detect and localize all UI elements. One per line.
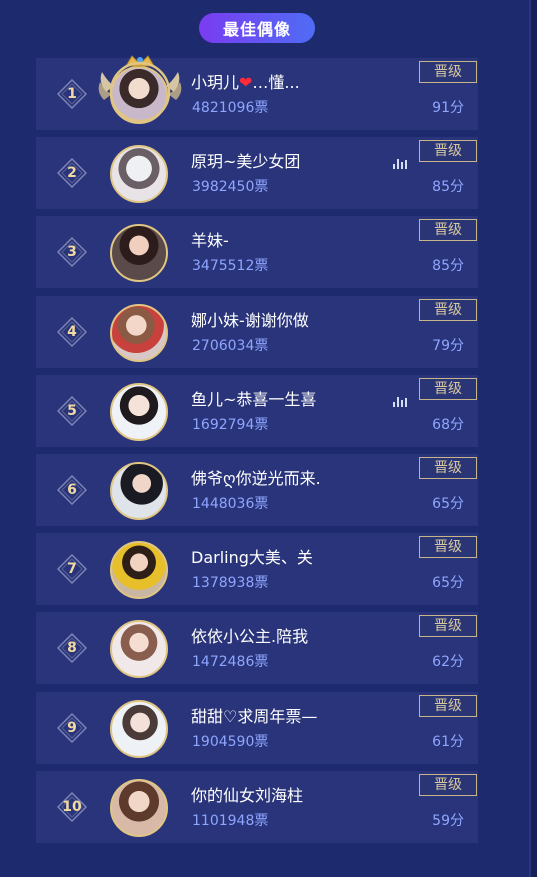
score: 68分 (432, 417, 464, 433)
avatar[interactable] (110, 541, 168, 599)
avatar[interactable] (110, 383, 168, 441)
promote-button[interactable]: 晋级 (419, 299, 477, 321)
avatar[interactable] (110, 145, 168, 203)
score: 85分 (432, 258, 464, 274)
avatar[interactable] (110, 620, 168, 678)
vote-count: 1904590票 (192, 734, 269, 750)
vote-count: 4821096票 (192, 100, 269, 116)
rank-badge: 8 (57, 633, 87, 663)
ranking-row[interactable]: 5 鱼儿~恭喜一生喜 1692794票 68分 晋级 (36, 375, 478, 447)
promote-button[interactable]: 晋级 (419, 615, 477, 637)
rank-badge: 1 (57, 79, 87, 109)
rank-number: 3 (67, 244, 77, 260)
idol-name[interactable]: 依依小公主.陪我 (191, 626, 401, 648)
score: 59分 (432, 813, 464, 829)
idol-name[interactable]: 小玥儿❤…懂... (191, 72, 401, 94)
panel-edge (531, 0, 537, 877)
rank-badge: 7 (57, 554, 87, 584)
page-title: 最佳偶像 (199, 13, 315, 43)
promote-button[interactable]: 晋级 (419, 378, 477, 400)
rank-number: 5 (67, 403, 77, 419)
rank-badge: 6 (57, 475, 87, 505)
rank-number: 10 (62, 799, 82, 815)
ranking-row[interactable]: 6 佛爷ღ你逆光而来. 1448036票 65分 晋级 (36, 454, 478, 526)
vote-count: 3475512票 (192, 258, 269, 274)
rank-number: 9 (67, 720, 77, 736)
ranking-row[interactable]: 2 原玥~美少女团 3982450票 85分 晋级 (36, 137, 478, 209)
ranking-row[interactable]: 7 Darling大美、关 1378938票 65分 晋级 (36, 533, 478, 605)
avatar[interactable] (110, 779, 168, 837)
idol-name[interactable]: 原玥~美少女团 (191, 151, 401, 173)
vote-count: 1692794票 (192, 417, 269, 433)
vote-count: 1101948票 (192, 813, 269, 829)
ranking-row[interactable]: 8 依依小公主.陪我 1472486票 62分 晋级 (36, 612, 478, 684)
promote-button[interactable]: 晋级 (419, 140, 477, 162)
score: 65分 (432, 575, 464, 591)
ranking-row[interactable]: 10 你的仙女刘海柱 1101948票 59分 晋级 (36, 771, 478, 843)
ranking-row[interactable]: 9 甜甜♡求周年票— 1904590票 61分 晋级 (36, 692, 478, 764)
rank-badge: 4 (57, 317, 87, 347)
promote-button[interactable]: 晋级 (419, 61, 477, 83)
rank-number: 1 (67, 86, 77, 102)
rank-number: 8 (67, 640, 77, 656)
vote-count: 1472486票 (192, 654, 269, 670)
audio-bars-icon (393, 157, 407, 169)
vote-count: 1448036票 (192, 496, 269, 512)
avatar[interactable] (110, 66, 168, 124)
rank-badge: 2 (57, 158, 87, 188)
idol-name[interactable]: 佛爷ღ你逆光而来. (191, 468, 401, 490)
idol-name[interactable]: Darling大美、关 (191, 547, 401, 569)
promote-button[interactable]: 晋级 (419, 536, 477, 558)
score: 62分 (432, 654, 464, 670)
rank-badge: 3 (57, 237, 87, 267)
ranking-row[interactable]: 3 羊妹- 3475512票 85分 晋级 (36, 216, 478, 288)
promote-button[interactable]: 晋级 (419, 219, 477, 241)
audio-bars-icon (393, 395, 407, 407)
vote-count: 3982450票 (192, 179, 269, 195)
score: 61分 (432, 734, 464, 750)
rank-badge: 10 (57, 792, 87, 822)
ranking-row[interactable]: 1 小玥儿❤…懂... 4821096票 91分 晋级 (36, 55, 478, 130)
rank-number: 4 (67, 324, 77, 340)
idol-name[interactable]: 你的仙女刘海柱 (191, 785, 401, 807)
vote-count: 1378938票 (192, 575, 269, 591)
ranking-row[interactable]: 4 娜小妹-谢谢你做 2706034票 79分 晋级 (36, 296, 478, 368)
score: 65分 (432, 496, 464, 512)
score: 85分 (432, 179, 464, 195)
avatar[interactable] (110, 462, 168, 520)
promote-button[interactable]: 晋级 (419, 774, 477, 796)
idol-name[interactable]: 鱼儿~恭喜一生喜 (191, 389, 401, 411)
rank-number: 2 (67, 165, 77, 181)
avatar[interactable] (110, 224, 168, 282)
promote-button[interactable]: 晋级 (419, 457, 477, 479)
avatar[interactable] (110, 700, 168, 758)
idol-name[interactable]: 甜甜♡求周年票— (191, 706, 401, 728)
avatar[interactable] (110, 304, 168, 362)
score: 91分 (432, 100, 464, 116)
rank-badge: 5 (57, 396, 87, 426)
idol-name[interactable]: 娜小妹-谢谢你做 (191, 310, 401, 332)
score: 79分 (432, 338, 464, 354)
rank-badge: 9 (57, 713, 87, 743)
rank-number: 6 (67, 482, 77, 498)
idol-name[interactable]: 羊妹- (191, 230, 401, 252)
promote-button[interactable]: 晋级 (419, 695, 477, 717)
vote-count: 2706034票 (192, 338, 269, 354)
rank-number: 7 (67, 561, 77, 577)
